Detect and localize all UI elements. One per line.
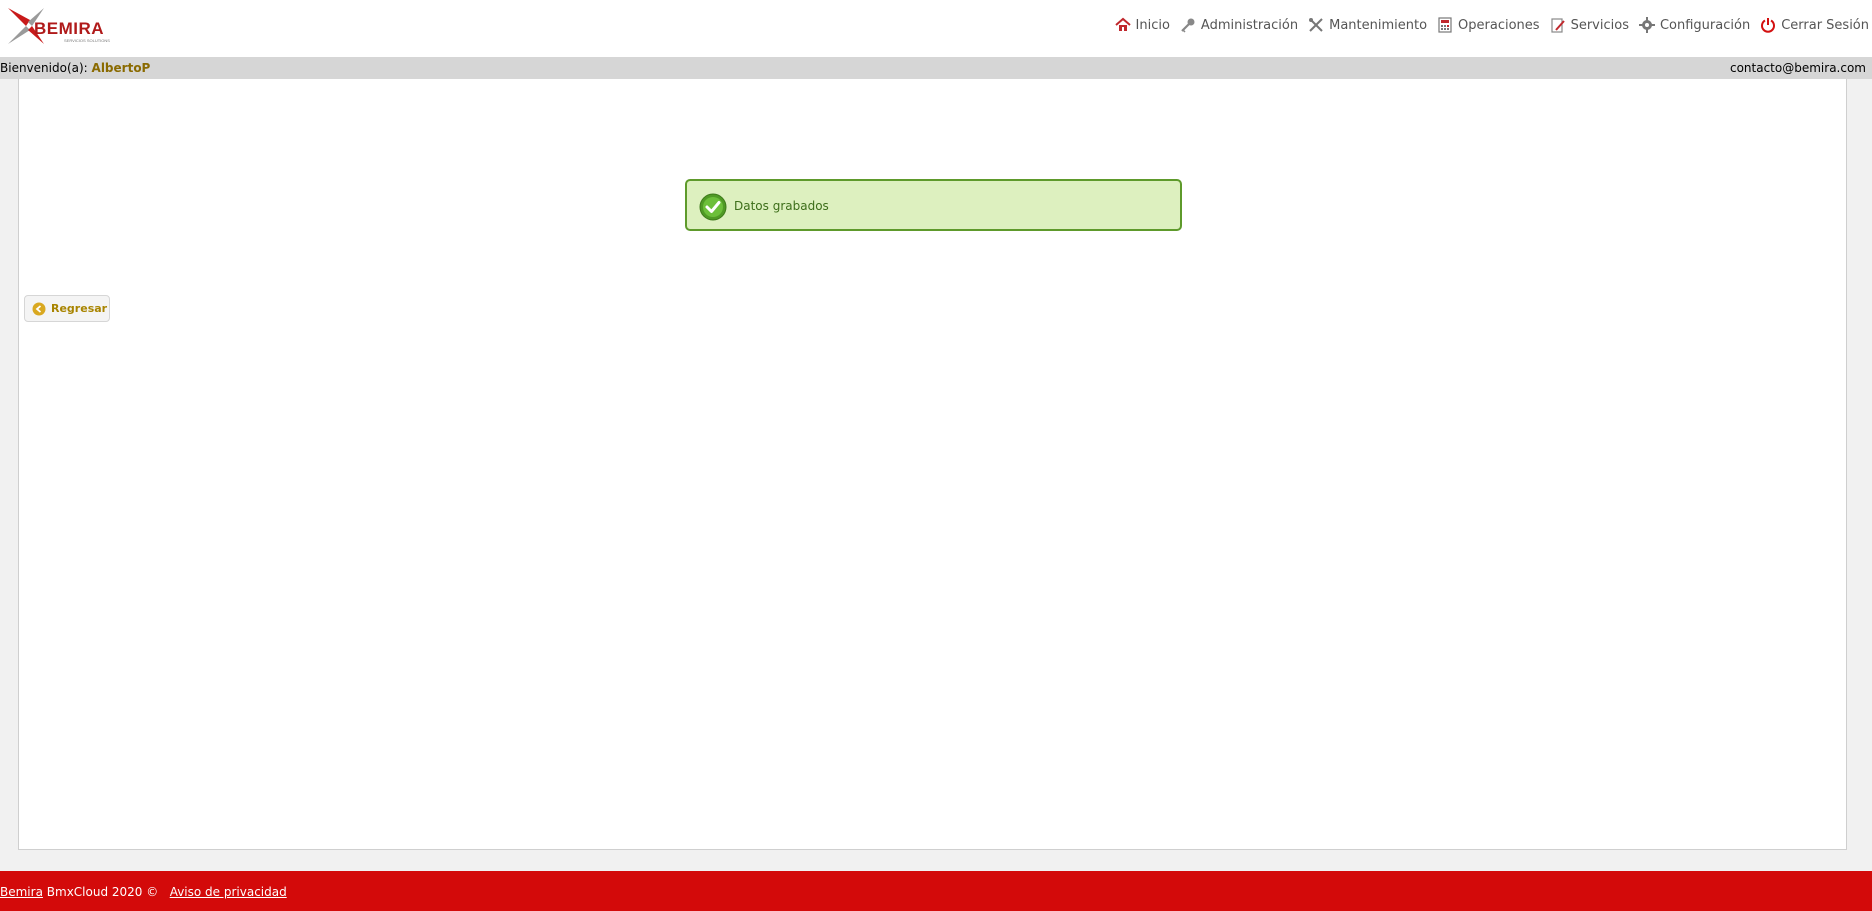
nav-configuracion[interactable]: Configuración bbox=[1638, 17, 1751, 33]
home-icon bbox=[1114, 17, 1131, 31]
nav-operaciones[interactable]: Operaciones bbox=[1437, 17, 1540, 33]
logo-text: BEMIRA bbox=[34, 19, 104, 38]
back-button-label: Regresar bbox=[51, 302, 108, 315]
tools-icon bbox=[1309, 18, 1323, 32]
bemira-logo[interactable]: BEMIRA SERVICIOS SOLUTIONS bbox=[6, 6, 136, 48]
nav-inicio[interactable]: Inicio bbox=[1114, 17, 1170, 33]
welcome-message: Bienvenido(a): AlbertoP bbox=[0, 57, 150, 79]
footer-brand-link[interactable]: Bemira bbox=[0, 885, 43, 899]
power-icon bbox=[1761, 18, 1776, 33]
nav-cerrar-sesion[interactable]: Cerrar Sesión bbox=[1760, 17, 1869, 33]
top-header: BEMIRA SERVICIOS SOLUTIONS Inicio Admini… bbox=[0, 0, 1872, 57]
key-icon bbox=[1181, 18, 1195, 33]
main-content: Datos grabados Regresar bbox=[18, 79, 1847, 850]
welcome-prefix: Bienvenido(a): bbox=[0, 61, 88, 75]
nav-label: Cerrar Sesión bbox=[1781, 17, 1869, 33]
nav-label: Configuración bbox=[1659, 17, 1751, 33]
checkmark-circle-icon bbox=[699, 193, 727, 221]
back-button[interactable]: Regresar bbox=[24, 295, 110, 322]
footer: Bemira BmxCloud 2020 © Aviso de privacid… bbox=[0, 871, 1872, 911]
success-alert: Datos grabados bbox=[685, 179, 1182, 231]
contact-email: contacto@bemira.com bbox=[1729, 61, 1866, 75]
footer-copyright: BmxCloud 2020 © bbox=[46, 885, 159, 899]
nav-mantenimiento[interactable]: Mantenimiento bbox=[1308, 17, 1427, 33]
document-pen-icon bbox=[1550, 18, 1565, 33]
nav-label: Servicios bbox=[1570, 17, 1629, 33]
alert-message: Datos grabados bbox=[734, 199, 829, 213]
welcome-username: AlbertoP bbox=[91, 61, 151, 75]
back-arrow-icon bbox=[32, 302, 46, 316]
nav-label: Operaciones bbox=[1458, 17, 1540, 33]
calculator-icon bbox=[1438, 17, 1452, 33]
logo-tagline: SERVICIOS SOLUTIONS bbox=[64, 38, 110, 43]
main-nav: Inicio Administración Mantenimiento Oper… bbox=[1105, 14, 1869, 36]
nav-label: Inicio bbox=[1135, 17, 1170, 33]
welcome-bar: Bienvenido(a): AlbertoP contacto@bemira.… bbox=[0, 57, 1872, 79]
nav-label: Mantenimiento bbox=[1329, 17, 1428, 33]
nav-label: Administración bbox=[1200, 17, 1299, 33]
nav-servicios[interactable]: Servicios bbox=[1550, 17, 1629, 33]
gear-icon bbox=[1638, 17, 1655, 33]
privacy-link[interactable]: Aviso de privacidad bbox=[170, 885, 287, 899]
nav-administracion[interactable]: Administración bbox=[1180, 17, 1298, 33]
